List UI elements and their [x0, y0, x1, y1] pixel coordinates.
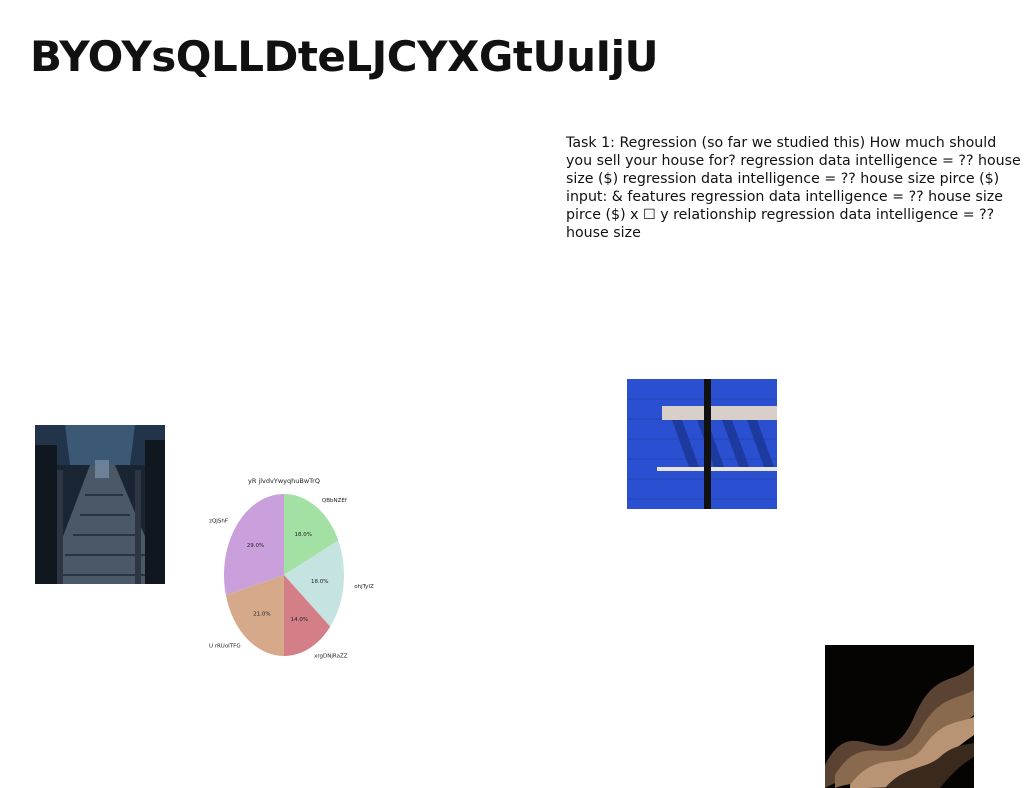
- pie-chart: yR jlvdvYwyqhuBwTrQ 18.0% QBbNZEf 18.0% ohj…: [209, 477, 374, 660]
- slide-title: BYOYsQLLDteLJCYXGtUuIjU: [30, 32, 659, 81]
- pie-value-label: 21.0%: [253, 611, 270, 617]
- pie-category-label: xrgDNjRaZZ: [314, 654, 348, 660]
- pie-value-label: 29.0%: [247, 543, 264, 549]
- abstract-wave-photo: [825, 645, 974, 788]
- task-description-text: Task 1: Regression (so far we studied th…: [566, 135, 1021, 241]
- bridge-photo: [35, 425, 165, 584]
- pie-category-label: zQJShF: [209, 518, 228, 524]
- pie-value-label: 18.0%: [295, 532, 312, 538]
- pie-value-label: 18.0%: [311, 579, 328, 585]
- blue-wall-photo: [627, 379, 777, 509]
- pie-category-label: ohjTyIZ: [354, 584, 374, 590]
- pie-value-label: 14.0%: [291, 617, 308, 623]
- pie-category-label: U rRUoITFG: [209, 643, 241, 649]
- chart-title: yR jlvdvYwyqhuBwTrQ: [248, 477, 320, 485]
- pie-category-label: QBbNZEf: [322, 498, 348, 504]
